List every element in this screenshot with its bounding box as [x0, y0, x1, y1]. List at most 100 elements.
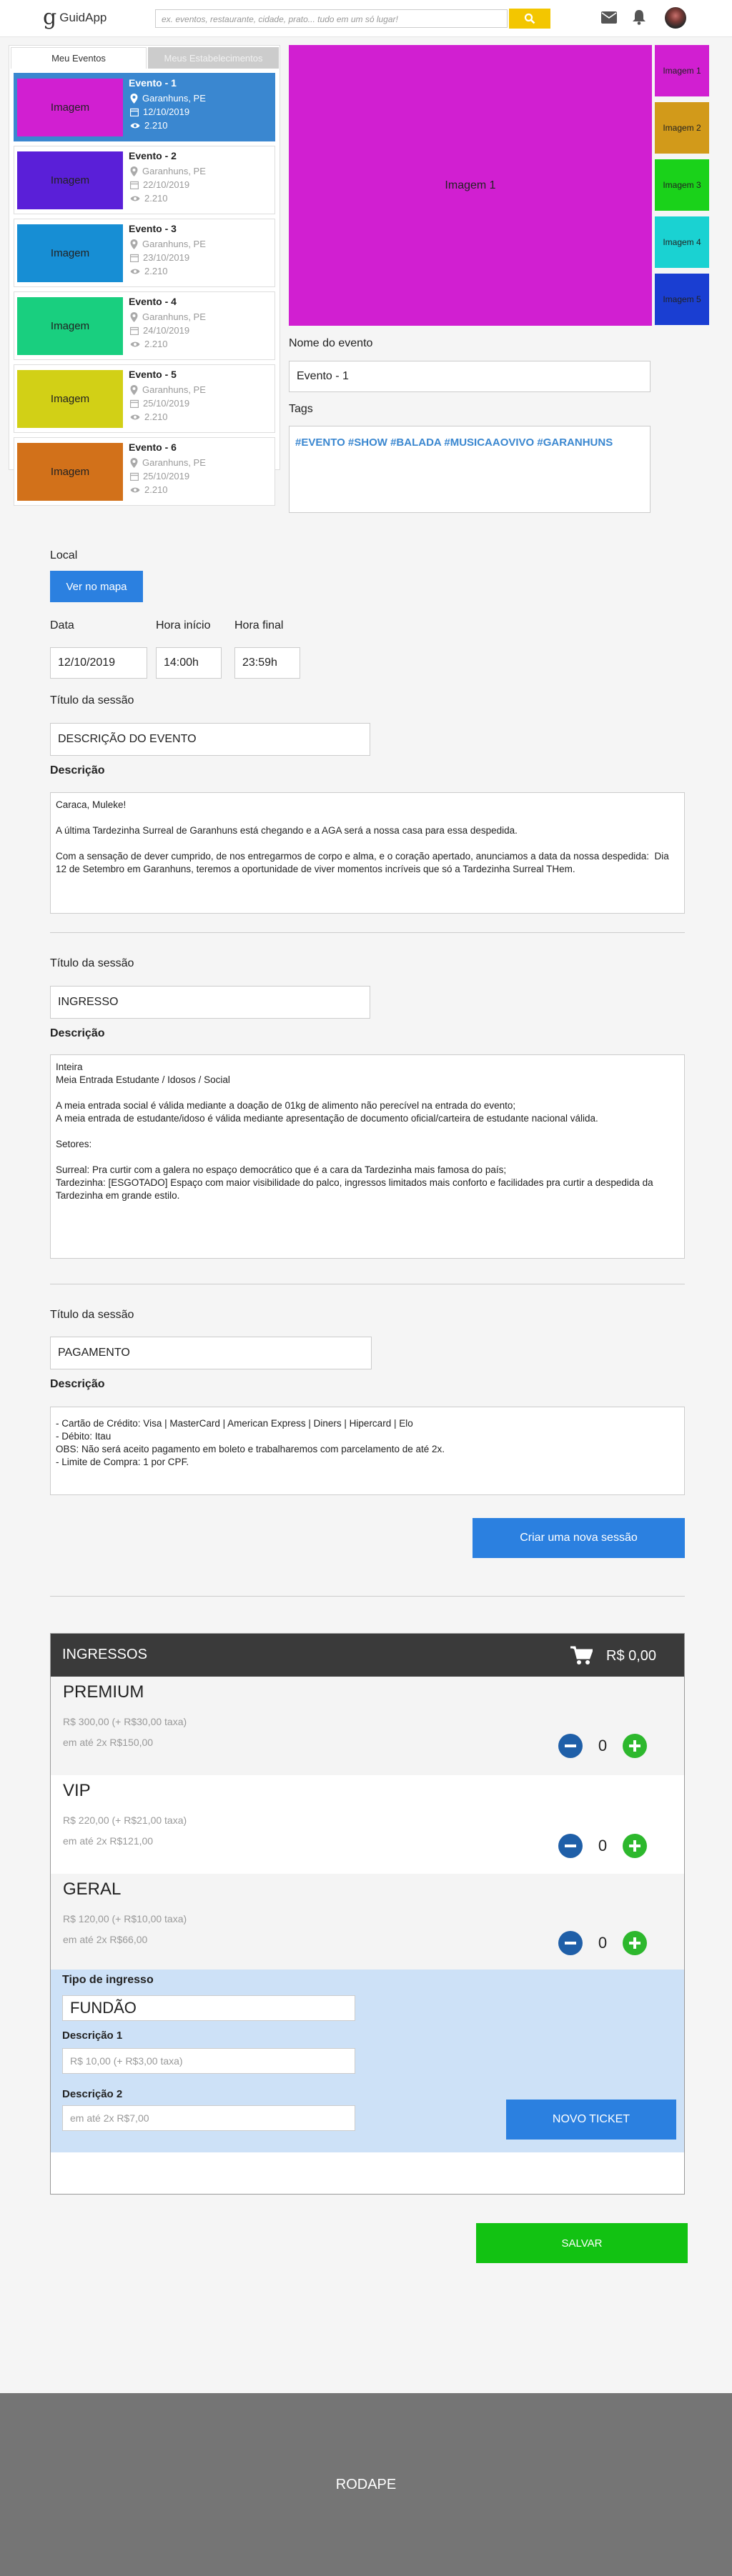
session-title-input[interactable]: INGRESSO	[50, 986, 370, 1019]
eye-icon	[130, 196, 140, 201]
tickets-panel: INGRESSOS R$ 0,00 PREMIUM R$ 300,00 (+ R…	[50, 1633, 685, 2195]
thumbnail-label: Imagem 2	[663, 123, 701, 133]
minus-icon[interactable]	[558, 1834, 583, 1858]
description-line: Com a sensação de dever cumprido, de nos…	[56, 851, 672, 874]
description-line: A meia entrada social é válida mediante …	[56, 1100, 516, 1111]
gallery-thumbnail[interactable]: Imagem 2	[655, 102, 709, 154]
save-button[interactable]: SALVAR	[476, 2223, 688, 2263]
description-line: Setores:	[56, 1139, 92, 1149]
event-city: Garanhuns, PE	[142, 239, 206, 249]
session-description-input[interactable]: Caraca, Muleke! A última Tardezinha Surre…	[50, 792, 685, 914]
event-image-label: Imagem	[50, 174, 90, 186]
description-1-input[interactable]: R$ 10,00 (+ R$3,00 taxa)	[62, 2048, 355, 2074]
location-label: Local	[50, 549, 78, 561]
avatar[interactable]	[665, 7, 686, 29]
description-line: A última Tardezinha Surreal de Garanhuns…	[56, 825, 518, 836]
event-card[interactable]: Imagem Evento - 2 Garanhuns, PE 22/10/20…	[14, 146, 275, 214]
session-description-input[interactable]: Inteira Meia Entrada Estudante / Idosos /…	[50, 1054, 685, 1259]
event-date: 12/10/2019	[130, 106, 189, 117]
event-image: Imagem	[17, 297, 123, 355]
tab-my-establishments[interactable]: Meus Estabelecimentos	[148, 47, 279, 69]
quantity-value: 0	[598, 1737, 608, 1754]
event-date-value: 25/10/2019	[143, 398, 190, 409]
event-card[interactable]: Imagem Evento - 5 Garanhuns, PE 25/10/20…	[14, 364, 275, 433]
event-card[interactable]: Imagem Evento - 6 Garanhuns, PE 25/10/20…	[14, 437, 275, 506]
plus-icon[interactable]	[623, 1834, 647, 1858]
event-location: Garanhuns, PE	[130, 93, 206, 104]
session-title-label: Título da sessão	[50, 1309, 134, 1321]
event-views-value: 2.210	[144, 484, 168, 495]
calendar-icon	[130, 108, 139, 116]
description-line: Caraca, Muleke!	[56, 799, 127, 810]
tab-my-events[interactable]: Meu Eventos	[11, 47, 147, 69]
event-name-label: Nome do evento	[289, 337, 373, 349]
event-card[interactable]: Imagem Evento - 1 Garanhuns, PE 12/10/20…	[14, 73, 275, 141]
view-map-button[interactable]: Ver no mapa	[50, 571, 143, 602]
bell-icon[interactable]	[632, 9, 646, 25]
location-pin-icon	[130, 384, 138, 395]
new-session-button[interactable]: Criar uma nova sessão	[473, 1518, 685, 1558]
tier-name: VIP	[63, 1781, 91, 1800]
session-title-input[interactable]: PAGAMENTO	[50, 1337, 372, 1369]
main-image[interactable]: Imagem 1	[289, 45, 652, 326]
logo[interactable]: g GuidApp	[43, 7, 107, 29]
tier-installment: em até 2x R$121,00	[63, 1835, 154, 1847]
tags-input[interactable]: #EVENTO #SHOW #BALADA #MUSICAAOVIVO #GAR…	[289, 426, 651, 513]
date-input[interactable]: 12/10/2019	[50, 647, 147, 679]
gallery-thumbnail[interactable]: Imagem 5	[655, 274, 709, 325]
event-image: Imagem	[17, 370, 123, 428]
event-title: Evento - 2	[129, 150, 177, 161]
event-title: Evento - 3	[129, 223, 177, 234]
event-views: 2.210	[130, 411, 168, 422]
eye-icon	[130, 123, 140, 128]
event-date-value: 23/10/2019	[143, 252, 190, 263]
cart-icon[interactable]	[570, 1645, 593, 1665]
eye-icon	[130, 414, 140, 419]
event-image: Imagem	[17, 443, 123, 501]
mail-icon[interactable]	[601, 11, 617, 24]
ticket-tier: VIP R$ 220,00 (+ R$21,00 taxa) em até 2x…	[51, 1775, 684, 1874]
tier-price: R$ 220,00 (+ R$21,00 taxa)	[63, 1814, 187, 1826]
session-description-label: Descrição	[50, 1027, 105, 1039]
event-image-label: Imagem	[50, 466, 90, 478]
event-date: 22/10/2019	[130, 179, 189, 190]
new-ticket-form: Tipo de ingresso FUNDÃO Descrição 1 R$ 1…	[51, 1970, 684, 2152]
calendar-icon	[130, 399, 139, 408]
event-views: 2.210	[130, 339, 168, 349]
description-line: Inteira	[56, 1062, 83, 1072]
location-pin-icon	[130, 239, 138, 249]
event-city: Garanhuns, PE	[142, 311, 206, 322]
description-line: - Débito: Itau	[56, 1431, 112, 1442]
tier-installment: em até 2x R$150,00	[63, 1737, 154, 1748]
end-time-input[interactable]: 23:59h	[234, 647, 300, 679]
minus-icon[interactable]	[558, 1734, 583, 1758]
minus-icon[interactable]	[558, 1931, 583, 1955]
thumbnail-label: Imagem 4	[663, 237, 701, 247]
plus-icon[interactable]	[623, 1931, 647, 1955]
description-line: - Cartão de Crédito: Visa | MasterCard |…	[56, 1418, 413, 1429]
event-date: 23/10/2019	[130, 252, 189, 263]
event-views: 2.210	[130, 120, 168, 131]
gallery-thumbnail[interactable]: Imagem 3	[655, 159, 709, 211]
ticket-type-input[interactable]: FUNDÃO	[62, 1995, 355, 2021]
description-line: Surreal: Pra curtir com a galera no espa…	[56, 1164, 507, 1175]
search-icon	[524, 13, 535, 24]
event-card[interactable]: Imagem Evento - 4 Garanhuns, PE 24/10/20…	[14, 291, 275, 360]
start-time-input[interactable]: 14:00h	[156, 647, 222, 679]
description-line	[56, 1087, 679, 1099]
event-name-input[interactable]: Evento - 1	[289, 361, 651, 392]
event-date-value: 12/10/2019	[143, 106, 190, 117]
plus-icon[interactable]	[623, 1734, 647, 1758]
session-title-input[interactable]: DESCRIÇÃO DO EVENTO	[50, 723, 370, 756]
session-description-input[interactable]: - Cartão de Crédito: Visa | MasterCard |…	[50, 1407, 685, 1495]
gallery-thumbnail[interactable]: Imagem 1	[655, 45, 709, 96]
location-pin-icon	[130, 93, 138, 104]
search-input[interactable]: ex. eventos, restaurante, cidade, prato.…	[155, 9, 508, 28]
description-2-input[interactable]: em até 2x R$7,00	[62, 2105, 355, 2131]
event-card[interactable]: Imagem Evento - 3 Garanhuns, PE 23/10/20…	[14, 219, 275, 287]
new-ticket-button[interactable]: NOVO TICKET	[506, 2100, 676, 2140]
search-button[interactable]	[509, 9, 550, 29]
gallery-thumbnail[interactable]: Imagem 4	[655, 216, 709, 268]
end-time-label: Hora final	[234, 619, 284, 631]
event-image-label: Imagem	[50, 320, 90, 332]
